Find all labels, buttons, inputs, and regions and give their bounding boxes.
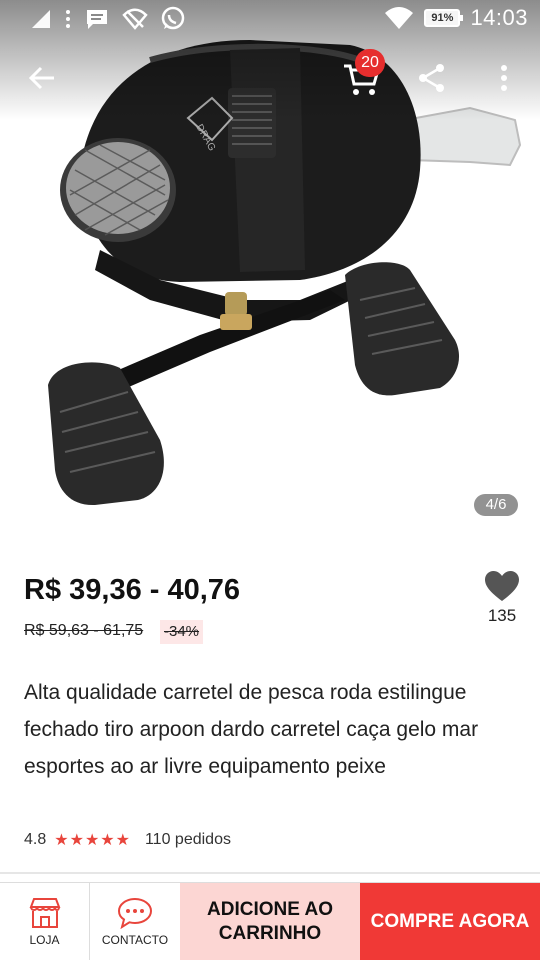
signal-icon [32, 10, 50, 28]
divider [0, 872, 540, 874]
wifi-icon [385, 7, 414, 29]
product-price: R$ 39,36 - 40,76 [24, 574, 241, 606]
shop-label: LOJA [29, 933, 60, 947]
share-button[interactable] [414, 60, 450, 96]
contact-label: CONTACTO [101, 933, 169, 947]
more-icon [501, 65, 507, 91]
message-icon [87, 10, 107, 29]
battery-icon: 91% [424, 9, 464, 27]
store-icon [29, 898, 60, 928]
product-title: Alta qualidade carretel de pesca roda es… [24, 681, 479, 778]
wishlist-count: 135 [487, 606, 517, 625]
rating-stars: ★★★★★ [54, 832, 131, 849]
image-page-indicator: 4/6 [474, 494, 518, 516]
buy-now-button[interactable]: COMPRE AGORA [360, 883, 540, 960]
heart-icon [485, 571, 519, 601]
wishlist-button[interactable]: 135 [480, 570, 524, 640]
add-to-cart-label: ADICIONE AO CARRINHO [207, 899, 333, 944]
share-icon [419, 64, 444, 92]
more-options-button[interactable] [492, 60, 516, 96]
dots-icon [66, 10, 70, 28]
status-bar: 91% 14:03 [0, 0, 540, 36]
original-price: R$ 59,63 - 61,75 [24, 622, 144, 639]
contact-button[interactable]: CONTACTO [90, 883, 180, 960]
back-arrow-icon [28, 66, 54, 90]
buy-now-label: COMPRE AGORA [370, 911, 530, 932]
rating-row[interactable]: 4.8 ★★★★★ 110 pedidos [24, 830, 231, 850]
bottom-action-bar: LOJA CONTACTO ADICIONE AO CARRINHO COMPR… [0, 882, 540, 960]
wifi-off-icon [122, 8, 148, 30]
whatsapp-icon [161, 6, 185, 30]
cart-count-badge: 20 [355, 49, 385, 77]
shop-button[interactable]: LOJA [0, 883, 90, 960]
rating-value: 4.8 [24, 831, 47, 848]
add-to-cart-button[interactable]: ADICIONE AO CARRINHO [180, 883, 360, 960]
back-button[interactable] [22, 58, 62, 98]
clock: 14:03 [470, 5, 528, 30]
orders-count: 110 pedidos [144, 831, 231, 848]
discount-badge: -34% [160, 620, 204, 644]
product-image-gallery[interactable]: DRAG [0, 0, 540, 548]
battery-level: 91% [431, 12, 454, 24]
chat-icon [117, 897, 153, 929]
